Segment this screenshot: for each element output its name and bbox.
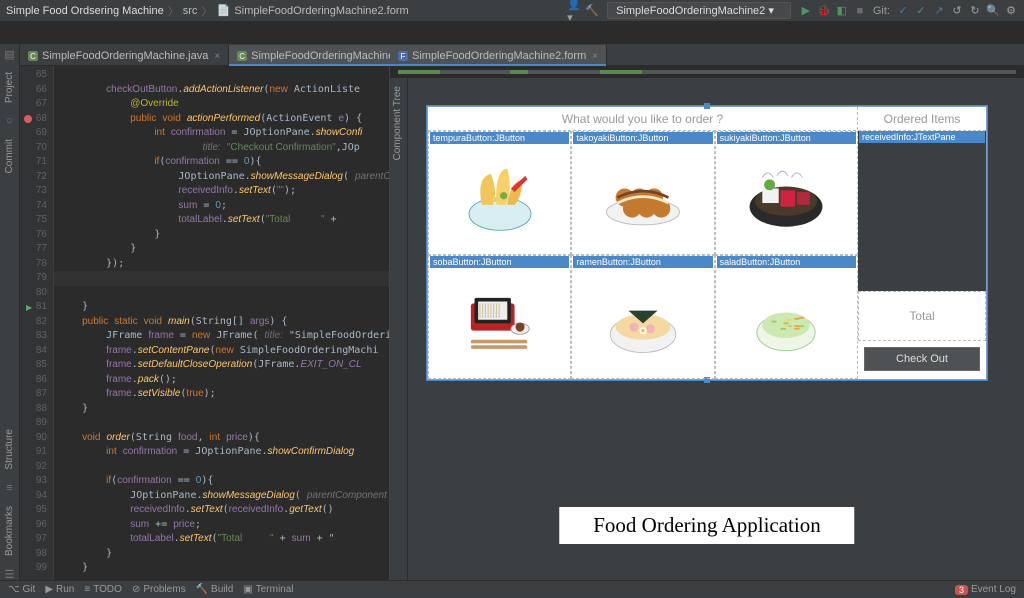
ordered-items-header: Ordered Items [858, 107, 986, 130]
status-event-log[interactable]: 3 Event Log [955, 584, 1016, 595]
food-button-grid: tempuraButton:JButton takoyakiButton:JBut… [428, 131, 858, 379]
editor-tab-strip-left: C SimpleFoodOrderingMachine.java × C Sim… [20, 44, 389, 66]
component-tree-tab[interactable]: Component Tree [392, 82, 403, 165]
component-tag: ramenButton:JButton [573, 256, 712, 268]
java-icon: C [237, 51, 247, 61]
git-label: Git: [873, 5, 890, 17]
ramen-button[interactable]: ramenButton:JButton [571, 255, 714, 379]
breadcrumb-project[interactable]: Simple Food Ordsering Machine [6, 5, 164, 17]
line-number-gutter[interactable]: 6566676869707172737475767778798081828384… [20, 66, 54, 580]
form-icon: F [398, 51, 408, 61]
status-terminal[interactable]: ▣ Terminal [243, 584, 293, 595]
project-icon[interactable]: ▤ [4, 48, 16, 60]
status-problems[interactable]: ⊘ Problems [132, 584, 186, 595]
app-caption: Food Ordering Application [559, 507, 854, 544]
component-tag: tempuraButton:JButton [430, 132, 569, 144]
design-canvas[interactable]: Component Tree What would you like to or… [390, 78, 1024, 580]
close-icon[interactable]: × [592, 51, 598, 62]
component-tag: saladButton:JButton [717, 256, 856, 268]
form-root-panel[interactable]: What would you like to order ? Ordered I… [427, 106, 987, 380]
tempura-button[interactable]: tempuraButton:JButton [428, 131, 571, 255]
run-icon[interactable]: ▶ [799, 4, 813, 18]
git-update-icon[interactable]: ✓ [896, 4, 910, 18]
component-tag: sobaButton:JButton [430, 256, 569, 268]
structure-tab[interactable]: Structure [4, 425, 15, 474]
status-build[interactable]: 🔨 Build [196, 584, 234, 595]
stop-icon[interactable]: ■ [853, 4, 867, 18]
designer-track [390, 66, 1024, 78]
left-tool-rail: ▤ Project ○ Commit Structure ≡ Bookmarks… [0, 44, 20, 580]
coverage-icon[interactable]: ◧ [835, 4, 849, 18]
component-tag: receivedInfo:JTextPane [859, 131, 985, 143]
form-designer-pane: F SimpleFoodOrderingMachine2.form × Comp… [390, 44, 1024, 580]
debug-icon[interactable]: 🐞 [817, 4, 831, 18]
takoyaki-button[interactable]: takoyakiButton:JButton [571, 131, 714, 255]
structure-icon[interactable]: ≡ [4, 482, 16, 494]
tab-machine1-java[interactable]: C SimpleFoodOrderingMachine.java × [20, 45, 229, 65]
commit-tab[interactable]: Commit [4, 135, 15, 177]
code-editor-pane: C SimpleFoodOrderingMachine.java × C Sim… [20, 44, 390, 580]
settings-icon[interactable]: ⚙ [1004, 4, 1018, 18]
project-tab[interactable]: Project [4, 68, 15, 107]
checkout-button[interactable]: Check Out [864, 347, 980, 371]
run-config-dropdown[interactable]: SimpleFoodOrderingMachine2 ▾ [607, 2, 791, 19]
tab-label: SimpleFoodOrderingMachine2.form [412, 50, 586, 62]
editor-tab-strip-right: F SimpleFoodOrderingMachine2.form × [390, 44, 1024, 66]
breadcrumb-src-folder[interactable]: src [183, 5, 198, 17]
code-content[interactable]: checkOutButton.addActionListener(new Act… [54, 66, 389, 580]
user-icon[interactable]: 👤▾ [567, 4, 581, 18]
sukiyaki-button[interactable]: sukiyakiButton:JButton [715, 131, 858, 255]
java-icon: C [28, 51, 38, 61]
received-info-textpane[interactable]: receivedInfo:JTextPane [858, 131, 986, 291]
tab-label: SimpleFoodOrderingMachine.java [42, 50, 208, 62]
build-icon[interactable]: 🔨 [585, 4, 599, 18]
breadcrumb-sep: 〉 [201, 3, 212, 19]
commit-icon[interactable]: ○ [4, 115, 16, 127]
tab-machine2-form[interactable]: F SimpleFoodOrderingMachine2.form × [390, 45, 607, 65]
soba-button[interactable]: sobaButton:JButton [428, 255, 571, 379]
status-todo[interactable]: ≡ TODO [84, 584, 122, 595]
git-push-icon[interactable]: ↗ [932, 4, 946, 18]
status-run[interactable]: ▶ Run [45, 584, 74, 595]
bookmarks-icon[interactable]: ☰ [4, 568, 16, 580]
rollback-icon[interactable]: ↻ [968, 4, 982, 18]
component-tree-rail: Component Tree [390, 78, 408, 580]
breadcrumb-file-icon: 📄 [216, 4, 230, 18]
status-git[interactable]: ⌥ Git [8, 584, 35, 595]
breadcrumb-bar: Simple Food Ordsering Machine 〉 src 〉 📄 … [0, 0, 1024, 22]
history-icon[interactable]: ↺ [950, 4, 964, 18]
component-tag: sukiyakiButton:JButton [717, 132, 856, 144]
breadcrumb-sep: 〉 [168, 3, 179, 19]
salad-button[interactable]: saladButton:JButton [715, 255, 858, 379]
search-icon[interactable]: 🔍 [986, 4, 1000, 18]
git-commit-icon[interactable]: ✓ [914, 4, 928, 18]
breadcrumb-file[interactable]: SimpleFoodOrderingMachine2.form [234, 5, 408, 17]
status-bar: ⌥ Git ▶ Run ≡ TODO ⊘ Problems 🔨 Build ▣ … [0, 580, 1024, 598]
prompt-label: What would you like to order ? [428, 107, 858, 130]
total-label: Total [858, 291, 986, 341]
component-tag: takoyakiButton:JButton [573, 132, 712, 144]
close-icon[interactable]: × [214, 51, 220, 62]
bookmarks-tab[interactable]: Bookmarks [4, 502, 15, 560]
